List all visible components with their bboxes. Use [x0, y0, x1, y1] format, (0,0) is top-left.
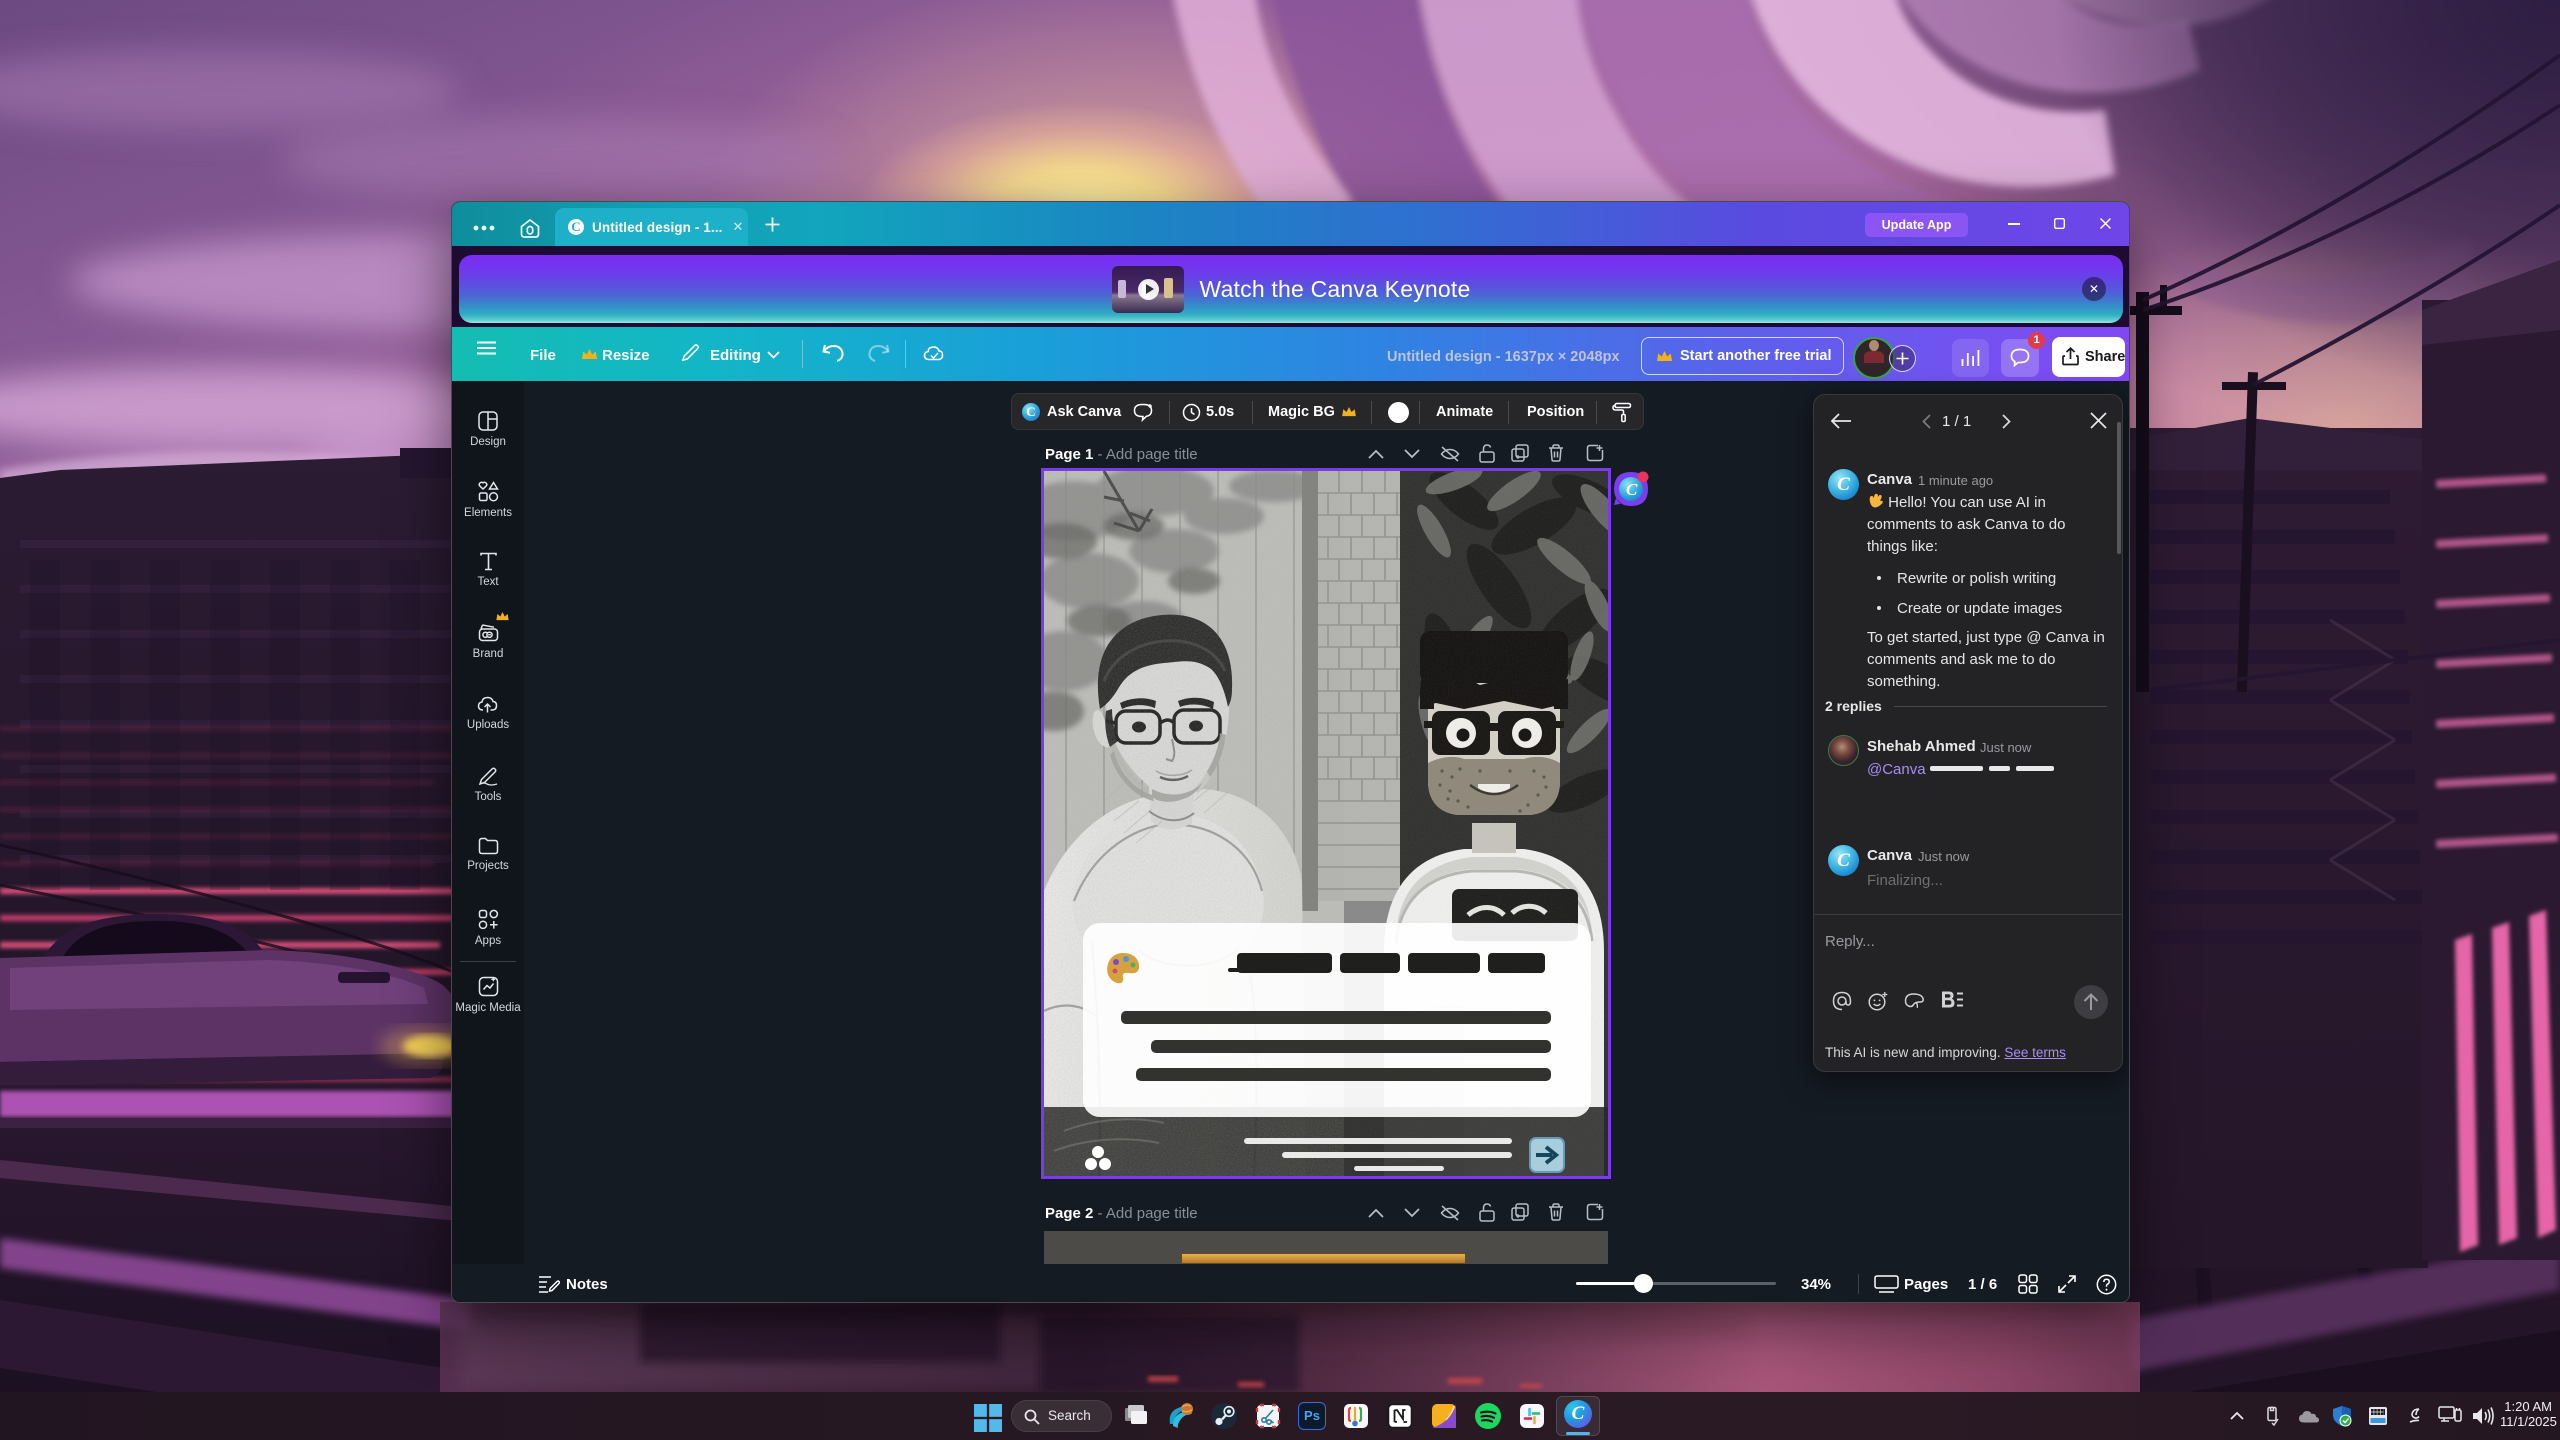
svg-text:C: C — [1626, 480, 1638, 499]
